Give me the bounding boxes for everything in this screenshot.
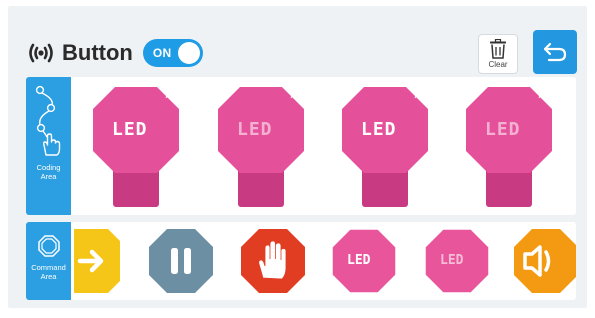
- arrow-right-icon: [74, 229, 120, 293]
- command-block-stop-hand[interactable]: [240, 228, 306, 294]
- command-block-speaker[interactable]: [513, 228, 576, 294]
- led-label: LED: [485, 119, 521, 140]
- coding-area: Coding Area LED × LED × LED × LED ×: [26, 77, 576, 215]
- command-area-label: Command Area: [31, 263, 66, 281]
- undo-arrow-icon: [543, 42, 567, 62]
- octagon-icon: [37, 235, 60, 257]
- power-toggle[interactable]: ON: [142, 39, 203, 67]
- path-hand-icon: [35, 85, 60, 156]
- clear-button[interactable]: Clear: [478, 34, 518, 74]
- back-button[interactable]: [533, 30, 577, 74]
- speaker-icon: [514, 229, 576, 293]
- clear-label: Clear: [488, 60, 508, 69]
- coding-area-label: Coding Area: [36, 163, 61, 181]
- coding-led-block[interactable]: LED ×: [91, 85, 181, 210]
- remove-block-icon[interactable]: ×: [165, 91, 171, 102]
- command-block-led[interactable]: LED: [424, 228, 490, 294]
- remove-block-icon[interactable]: ×: [290, 91, 296, 102]
- led-label: LED: [237, 119, 273, 140]
- trash-icon: [490, 39, 506, 59]
- toggle-knob: [177, 42, 200, 64]
- coding-led-block[interactable]: LED ×: [216, 85, 306, 210]
- broadcast-icon: [29, 43, 53, 63]
- coding-led-block[interactable]: LED ×: [464, 85, 554, 210]
- remove-block-icon[interactable]: ×: [538, 91, 544, 102]
- header: Button ON: [26, 37, 203, 69]
- command-area: Command Area LED LED: [26, 222, 576, 300]
- coding-led-block[interactable]: LED ×: [340, 85, 430, 210]
- toggle-label: ON: [152, 46, 172, 60]
- led-label: LED: [361, 119, 397, 140]
- led-label: LED: [347, 253, 371, 268]
- page-title: Button: [62, 40, 133, 65]
- command-block-arrow-right[interactable]: [74, 228, 140, 294]
- pause-icon: [149, 229, 213, 293]
- led-label: LED: [112, 119, 148, 140]
- coding-area-tab: Coding Area: [26, 77, 71, 215]
- led-label: LED: [440, 253, 464, 268]
- stop-hand-icon: [241, 229, 305, 293]
- remove-block-icon[interactable]: ×: [414, 91, 420, 102]
- command-block-pause[interactable]: [148, 228, 214, 294]
- command-area-tab: Command Area: [26, 222, 71, 300]
- command-block-led[interactable]: LED: [331, 228, 397, 294]
